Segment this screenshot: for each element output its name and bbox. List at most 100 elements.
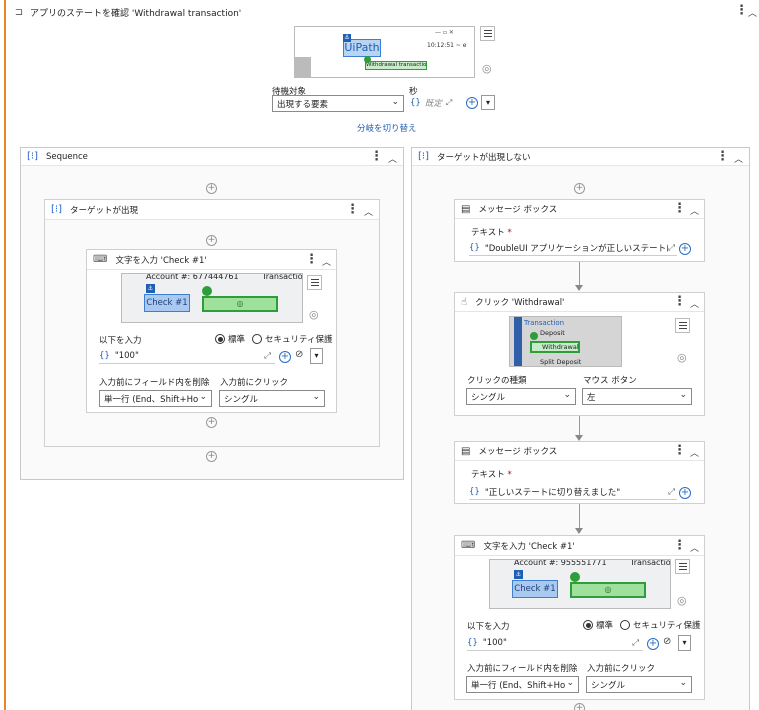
preview-menu-icon[interactable] bbox=[307, 275, 322, 290]
preview-menu-icon[interactable] bbox=[675, 559, 690, 574]
target-dot-icon bbox=[530, 332, 538, 340]
click-before-select[interactable]: シングル ⌄ bbox=[586, 676, 692, 693]
sequence-collapse-icon[interactable]: ︿ bbox=[388, 152, 397, 165]
expand-icon[interactable]: ⤢ bbox=[264, 351, 271, 361]
message-box-header: ▤ メッセージ ボックス ⋮ ︿ bbox=[455, 200, 704, 219]
add-activity-icon[interactable]: + bbox=[206, 183, 217, 194]
message-box-card-1: ▤ メッセージ ボックス ⋮ ︿ テキスト * {} "DoubleUI アプリ… bbox=[454, 199, 705, 262]
required-mark: * bbox=[507, 228, 512, 238]
click-before-label: 入力前にクリック bbox=[587, 664, 656, 674]
message-box-collapse-icon[interactable]: ︿ bbox=[690, 204, 699, 217]
main-collapse-icon[interactable]: ︿ bbox=[748, 6, 757, 19]
target-not-appears-menu-icon[interactable]: ⋮ bbox=[716, 150, 729, 163]
message-box-menu-icon[interactable]: ⋮ bbox=[673, 444, 686, 457]
input-mode-radios: 標準 セキュリティ保護 bbox=[583, 619, 701, 631]
wait-for-select[interactable]: 出現する要素 ⌄ bbox=[272, 95, 404, 112]
activity-accent-bar bbox=[4, 0, 6, 710]
expand-icon[interactable]: ⤢ bbox=[632, 638, 639, 648]
seconds-field[interactable]: {} 既定 ⤢ bbox=[410, 95, 464, 111]
preview-menu-icon[interactable] bbox=[675, 318, 690, 333]
click-before-select[interactable]: シングル ⌄ bbox=[219, 390, 325, 407]
message-text-label-text: テキスト bbox=[471, 470, 505, 480]
message-text-label: テキスト * bbox=[471, 468, 512, 480]
type-text-field[interactable]: {} "100" ⤢ bbox=[467, 635, 643, 651]
mouse-button-select[interactable]: 左 ⌄ bbox=[582, 388, 692, 405]
required-mark: * bbox=[507, 470, 512, 480]
options-dropdown-icon[interactable]: ▾ bbox=[678, 635, 691, 651]
clear-field-select[interactable]: 単一行 (End、Shift+Hom ⌄ bbox=[466, 676, 579, 693]
message-box-collapse-icon[interactable]: ︿ bbox=[690, 446, 699, 459]
add-variable-icon[interactable]: + bbox=[679, 487, 691, 499]
sequence-menu-icon[interactable]: ⋮ bbox=[370, 150, 383, 163]
add-variable-icon[interactable]: + bbox=[647, 638, 659, 650]
radio-standard-label: 標準 bbox=[228, 335, 246, 345]
type-into-collapse-icon[interactable]: ︿ bbox=[322, 255, 331, 268]
type-into-menu-icon[interactable]: ⋮ bbox=[673, 539, 686, 552]
options-dropdown-icon[interactable]: ▾ bbox=[310, 348, 323, 364]
flow-arrow-icon bbox=[575, 528, 583, 534]
eye-off-icon[interactable]: ⊘ bbox=[295, 349, 303, 360]
variable-brace-icon: {} bbox=[99, 350, 110, 361]
eye-off-icon[interactable]: ⊘ bbox=[663, 636, 671, 647]
message-text-value: "正しいステートに切り替えました" bbox=[484, 487, 621, 498]
expand-icon[interactable]: ⤢ bbox=[446, 98, 452, 108]
add-activity-icon[interactable]: + bbox=[574, 183, 585, 194]
radio-secure[interactable] bbox=[252, 334, 263, 344]
click-collapse-icon[interactable]: ︿ bbox=[690, 297, 699, 310]
expand-icon[interactable]: ⤢ bbox=[668, 242, 675, 253]
add-activity-icon[interactable]: + bbox=[574, 703, 585, 710]
click-type-select[interactable]: シングル ⌄ bbox=[466, 388, 576, 405]
radio-secure[interactable] bbox=[620, 620, 631, 630]
mouse-button-value: 左 bbox=[587, 392, 596, 403]
main-menu-icon[interactable]: ⋮ bbox=[735, 4, 748, 17]
expand-icon[interactable]: ⤢ bbox=[668, 487, 675, 497]
preview-split: Split Deposit bbox=[540, 358, 582, 366]
add-variable-icon[interactable]: + bbox=[279, 351, 291, 363]
radio-standard[interactable] bbox=[583, 620, 593, 630]
options-dropdown-icon[interactable]: ▾ bbox=[481, 95, 495, 110]
clear-field-label: 入力前にフィールド内を削除 bbox=[99, 378, 210, 388]
type-into-menu-icon[interactable]: ⋮ bbox=[305, 253, 318, 266]
chevron-down-icon: ⌄ bbox=[679, 678, 687, 688]
message-text-label: テキスト * bbox=[471, 226, 512, 238]
preview-account: Account #: 955551771 bbox=[514, 559, 607, 567]
preview-menu-icon[interactable] bbox=[480, 26, 495, 41]
message-text-value: "DoubleUI アプリケーションが正しいステートにあり bbox=[484, 243, 670, 254]
preview-check-anchor: Check #1 bbox=[144, 294, 190, 312]
click-menu-icon[interactable]: ⋮ bbox=[673, 295, 686, 308]
add-activity-icon[interactable]: + bbox=[206, 417, 217, 428]
click-preview[interactable]: Transaction Deposit Withdrawal Split Dep… bbox=[509, 316, 622, 367]
message-text-field[interactable]: {} "DoubleUI アプリケーションが正しいステートにあり ⤢ bbox=[469, 240, 677, 256]
click-before-label: 入力前にクリック bbox=[220, 378, 289, 388]
radio-secure-label: セキュリティ保護 bbox=[265, 335, 333, 345]
radio-standard[interactable] bbox=[215, 334, 225, 344]
chevron-down-icon: ⌄ bbox=[312, 392, 320, 402]
indicate-target-icon[interactable]: ◎ bbox=[677, 351, 687, 364]
main-title: アプリのステートを確認 'Withdrawal transaction' bbox=[30, 9, 242, 19]
type-into-preview[interactable]: Account #: 955551771 Transactio Check #1… bbox=[489, 559, 671, 609]
message-text-field[interactable]: {} "正しいステートに切り替えました" ⤢ bbox=[469, 484, 677, 500]
indicate-target-icon[interactable]: ◎ bbox=[677, 594, 687, 607]
target-appears-menu-icon[interactable]: ⋮ bbox=[346, 203, 359, 216]
preview-target-box: ◎ bbox=[570, 582, 646, 598]
add-variable-icon[interactable]: + bbox=[679, 243, 691, 255]
message-box-menu-icon[interactable]: ⋮ bbox=[673, 202, 686, 215]
type-into-preview[interactable]: Account #: 677444761 Transactio Check #1… bbox=[121, 273, 303, 323]
type-into-title: 文字を入力 'Check #1' bbox=[115, 255, 207, 266]
add-activity-icon[interactable]: + bbox=[206, 451, 217, 462]
target-appears-collapse-icon[interactable]: ︿ bbox=[364, 205, 373, 218]
switch-branches-link[interactable]: 分岐を切り替え bbox=[357, 122, 417, 134]
target-not-appears-collapse-icon[interactable]: ︿ bbox=[734, 152, 743, 165]
type-text-field[interactable]: {} "100" ⤢ bbox=[99, 348, 275, 364]
anchor-icon: ⚓ bbox=[146, 284, 155, 293]
type-into-collapse-icon[interactable]: ︿ bbox=[690, 541, 699, 554]
add-activity-icon[interactable]: + bbox=[206, 235, 217, 246]
message-text-label-text: テキスト bbox=[471, 228, 505, 238]
clear-field-select[interactable]: 単一行 (End、Shift+Hom ⌄ bbox=[99, 390, 212, 407]
main-header: ⊐ アプリのステートを確認 'Withdrawal transaction' bbox=[12, 6, 241, 19]
indicate-target-icon[interactable]: ◎ bbox=[309, 308, 319, 321]
indicate-target-icon[interactable]: ◎ bbox=[482, 62, 492, 75]
main-screenshot-preview[interactable]: — ▫ ✕ 10:12:51 ~ e UiPath ⚓ Withdrawal t… bbox=[294, 26, 475, 78]
type-into-icon: ⌨ bbox=[461, 540, 476, 551]
add-variable-icon[interactable]: + bbox=[466, 97, 478, 109]
